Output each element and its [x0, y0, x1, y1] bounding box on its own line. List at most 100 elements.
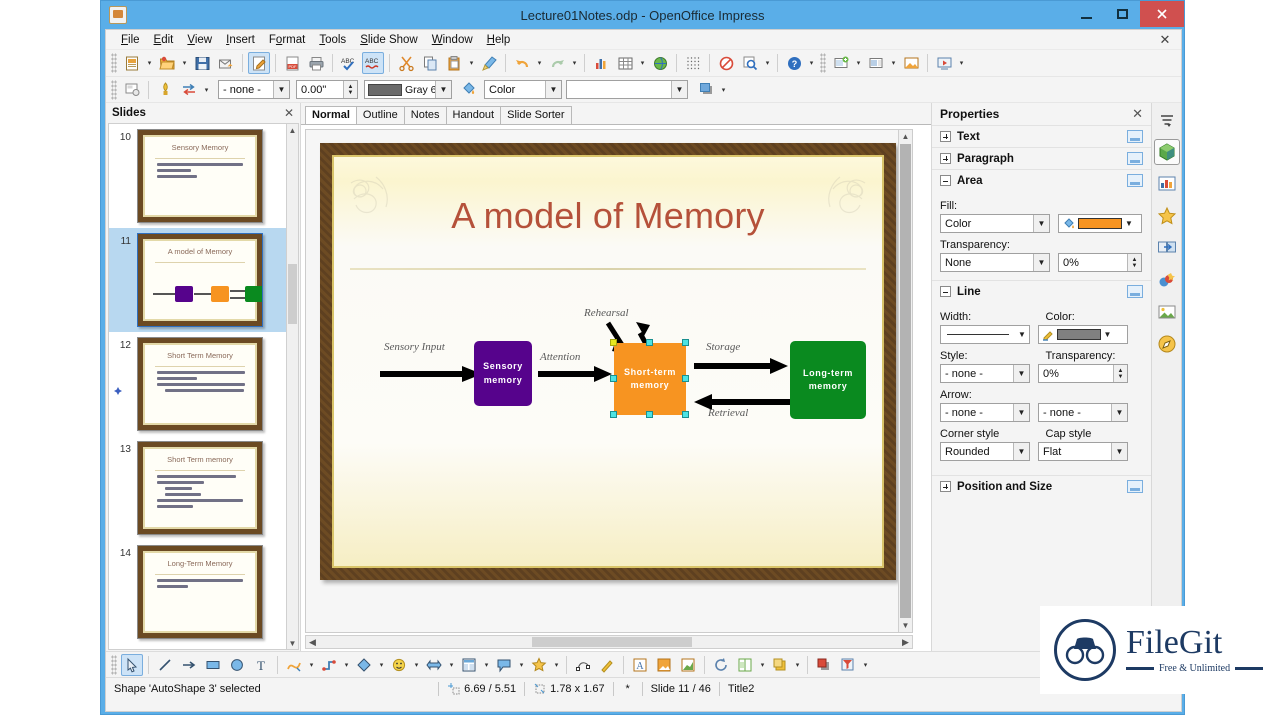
chevron-down-icon[interactable]: ▼ — [273, 81, 289, 98]
new-document-button[interactable] — [121, 52, 143, 74]
line-width-combo[interactable]: ▼ — [940, 325, 1030, 344]
tab-handout[interactable]: Handout — [445, 106, 502, 124]
chevron-down-icon[interactable]: ▼ — [435, 81, 451, 98]
export-pdf-button[interactable]: PDF — [281, 52, 303, 74]
edit-file-button[interactable] — [248, 52, 270, 74]
area-style-combo[interactable]: Color ▼ — [484, 80, 562, 99]
block-arrows-dropdown[interactable]: ▾ — [446, 654, 457, 676]
basic-shapes-dropdown[interactable]: ▾ — [376, 654, 387, 676]
new-slide-dropdown[interactable]: ▾ — [853, 52, 864, 74]
menu-file[interactable]: File — [114, 32, 147, 48]
line-width-field[interactable]: 0.00" ▲ ▼ — [296, 80, 358, 99]
selection-handle-n[interactable] — [646, 339, 653, 346]
standard-toolbar-overflow[interactable]: ▾ — [806, 52, 817, 74]
shadow-tool-button[interactable] — [813, 654, 835, 676]
line-style-combo[interactable]: - none - ▼ — [218, 80, 290, 99]
arrow-end-combo[interactable]: - none - ▼ — [1038, 403, 1128, 422]
insert-table-button[interactable] — [614, 52, 636, 74]
undo-dropdown[interactable]: ▾ — [534, 52, 545, 74]
canvas-vertical-scrollbar[interactable]: ▲ ▼ — [898, 130, 912, 632]
new-slide-button[interactable] — [830, 52, 852, 74]
fontwork-gallery-button[interactable]: A — [629, 654, 651, 676]
display-views-button[interactable] — [715, 52, 737, 74]
collapse-icon[interactable] — [940, 286, 951, 297]
slide-layout-dropdown[interactable]: ▾ — [888, 52, 899, 74]
sidebar-styles-button[interactable] — [1154, 203, 1180, 229]
canvas-horizontal-scrollbar[interactable]: ◀ ▶ — [305, 635, 913, 649]
area-transparency-stepper[interactable]: ▲ ▼ — [1127, 254, 1141, 271]
block-arrows-tool-button[interactable] — [423, 654, 445, 676]
select-tool-button[interactable] — [121, 653, 143, 676]
menu-insert[interactable]: Insert — [219, 32, 262, 48]
selection-handle-sw[interactable] — [610, 411, 617, 418]
tab-notes[interactable]: Notes — [403, 106, 447, 124]
area-style-button[interactable] — [457, 79, 479, 101]
selection-handle-ne[interactable] — [682, 339, 689, 346]
insert-chart-button[interactable] — [590, 52, 612, 74]
menu-format[interactable]: Format — [262, 32, 312, 48]
selection-handle-nw[interactable] — [610, 339, 617, 346]
drawing-toolbar-overflow[interactable]: ▾ — [860, 654, 871, 676]
sidebar-settings-button[interactable] — [1154, 107, 1180, 133]
line-toolbar-grip[interactable] — [111, 79, 117, 100]
autospellcheck-button[interactable]: ABC — [362, 52, 384, 74]
slide-thumbnail[interactable]: Long-Term Memory — [137, 545, 263, 639]
points-tool-button[interactable] — [572, 654, 594, 676]
open-document-button[interactable] — [156, 52, 178, 74]
area-transparency-combo[interactable]: None ▼ — [940, 253, 1050, 272]
scroll-up-arrow-icon[interactable]: ▲ — [899, 130, 912, 143]
tab-slide-sorter[interactable]: Slide Sorter — [500, 106, 572, 124]
symbol-shapes-dropdown[interactable]: ▾ — [411, 654, 422, 676]
drawing-toolbar-grip[interactable] — [111, 654, 117, 675]
chevron-down-icon[interactable]: ▼ — [545, 81, 561, 98]
sidebar-master-slides-button[interactable] — [1154, 171, 1180, 197]
list-item[interactable]: 12 Short Term Memory — [109, 332, 298, 436]
chevron-down-icon[interactable]: ▼ — [1033, 254, 1049, 271]
selection-handle-se[interactable] — [682, 411, 689, 418]
slide-transition-indicator[interactable] — [111, 384, 125, 398]
scroll-left-arrow-icon[interactable]: ◀ — [306, 636, 319, 648]
undo-button[interactable] — [511, 52, 533, 74]
expand-icon[interactable] — [940, 481, 951, 492]
section-position-size-header[interactable]: Position and Size — [932, 475, 1151, 497]
callouts-dropdown[interactable]: ▾ — [516, 654, 527, 676]
slide-thumbnail[interactable]: A model of Memory — [137, 233, 263, 327]
chevron-down-icon[interactable]: ▼ — [1015, 326, 1029, 343]
slide-thumbnail[interactable]: Sensory Memory — [137, 129, 263, 223]
symbol-shapes-tool-button[interactable] — [388, 654, 410, 676]
section-text-dock-button[interactable] — [1127, 130, 1143, 143]
list-item[interactable]: 11 A model of Memory — [109, 228, 298, 332]
arrange-tool-button[interactable] — [769, 654, 791, 676]
area-fill-combo[interactable]: ▼ — [566, 80, 688, 99]
sensory-memory-box[interactable]: Sensory memory — [474, 341, 532, 406]
section-text-header[interactable]: Text — [932, 125, 1151, 147]
section-area-dock-button[interactable] — [1127, 174, 1143, 187]
attention-label[interactable]: Attention — [540, 351, 580, 363]
clone-formatting-button[interactable] — [478, 52, 500, 74]
short-term-memory-box[interactable]: Short-term memory — [614, 343, 686, 415]
tab-outline[interactable]: Outline — [355, 106, 405, 124]
insert-table-dropdown[interactable]: ▾ — [637, 52, 648, 74]
selection-handle-e[interactable] — [682, 375, 689, 382]
spelling-button[interactable]: ABC — [338, 52, 360, 74]
list-item[interactable]: 10 Sensory Memory — [109, 124, 298, 228]
scroll-up-arrow-icon[interactable]: ▲ — [287, 124, 298, 136]
rectangle-tool-button[interactable] — [202, 654, 224, 676]
selection-handle-w[interactable] — [610, 375, 617, 382]
expand-icon[interactable] — [940, 131, 951, 142]
chevron-down-icon[interactable]: ▼ — [671, 81, 687, 98]
sidebar-properties-button[interactable] — [1153, 139, 1180, 165]
connector-tool-button[interactable] — [318, 654, 340, 676]
sidebar-gallery-button[interactable] — [1154, 299, 1180, 325]
section-area-header[interactable]: Area — [932, 169, 1151, 191]
chevron-down-icon[interactable]: ▼ — [1033, 215, 1049, 232]
line-width-stepper[interactable]: ▲ ▼ — [343, 81, 357, 98]
cap-style-combo[interactable]: Flat ▼ — [1038, 442, 1128, 461]
list-item[interactable]: 14 Long-Term Memory — [109, 540, 298, 644]
fill-style-combo[interactable]: Color ▼ — [940, 214, 1050, 233]
line-style-combo-panel[interactable]: - none - ▼ — [940, 364, 1030, 383]
stars-dropdown[interactable]: ▾ — [551, 654, 562, 676]
corner-style-combo[interactable]: Rounded ▼ — [940, 442, 1030, 461]
slide-thumbnail[interactable]: Short Term Memory — [137, 337, 263, 431]
line-tool-button[interactable] — [154, 654, 176, 676]
